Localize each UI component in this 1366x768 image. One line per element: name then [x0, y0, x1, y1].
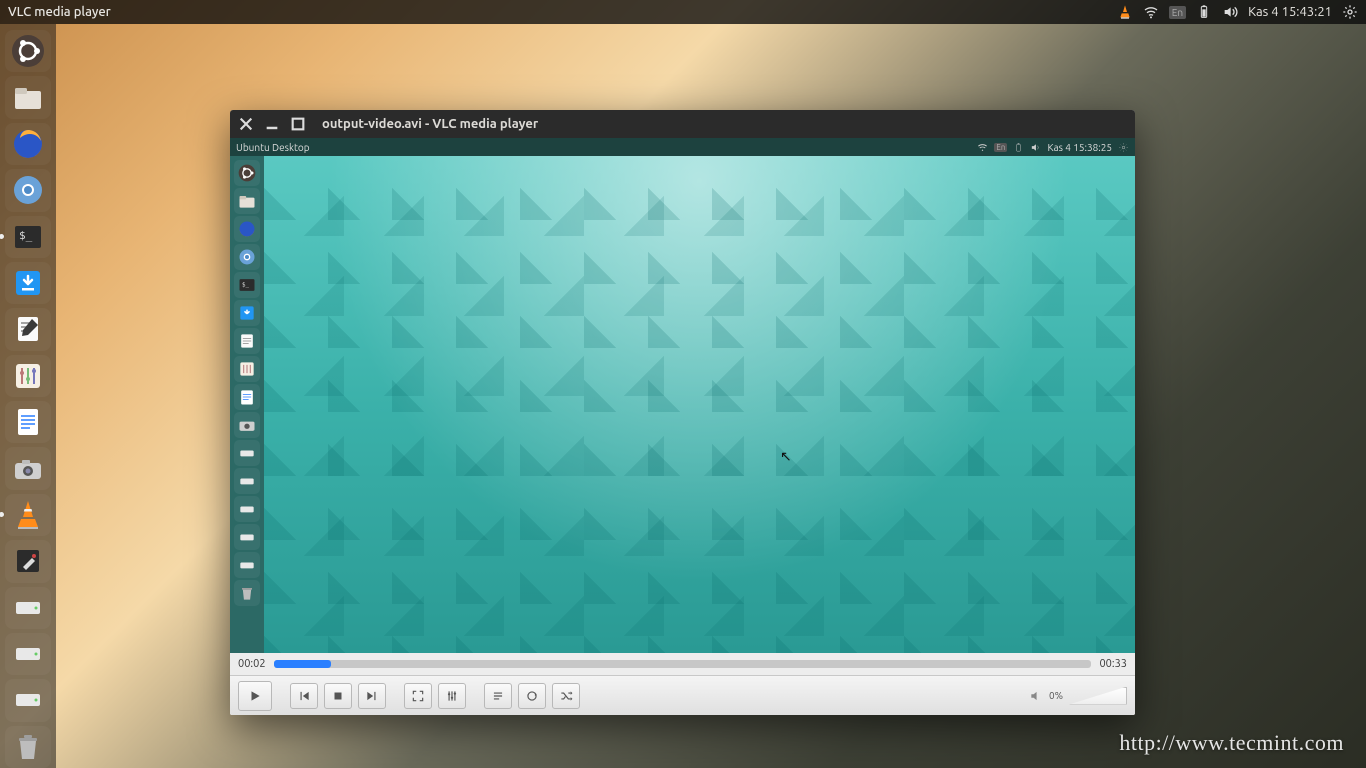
- svg-text:$_: $_: [242, 283, 250, 289]
- keyboard-indicator[interactable]: En: [1169, 6, 1186, 19]
- watermark-text: http://www.tecmint.com: [1119, 730, 1344, 756]
- time-elapsed-label: 00:02: [238, 658, 266, 670]
- volume-icon[interactable]: [1222, 4, 1238, 20]
- video-launcher-libreoffice-writer: [234, 384, 260, 410]
- window-maximize-icon[interactable]: [290, 116, 306, 132]
- video-launcher-disk-4: [234, 524, 260, 550]
- system-top-panel: VLC media player En Kas 4 15:43:21: [0, 0, 1366, 24]
- volume-slider[interactable]: [1069, 687, 1127, 705]
- launcher-libreoffice-writer[interactable]: [5, 401, 51, 443]
- video-launcher-disk-3: [234, 496, 260, 522]
- video-launcher-disk-1: [234, 440, 260, 466]
- play-button[interactable]: [238, 681, 272, 711]
- video-launcher-disk-2: [234, 468, 260, 494]
- fullscreen-button[interactable]: [404, 683, 432, 709]
- launcher-firefox[interactable]: [5, 123, 51, 165]
- volume-percent-label: 0%: [1049, 690, 1063, 701]
- video-top-panel: Ubuntu Desktop En Kas 4 15:38:25: [230, 138, 1135, 156]
- video-launcher-ubuntu-dash: [234, 160, 260, 186]
- time-total-label: 00:33: [1099, 658, 1127, 670]
- volume-control[interactable]: 0%: [1029, 687, 1127, 705]
- vlc-tray-icon[interactable]: [1117, 4, 1133, 20]
- launcher-disk-3[interactable]: [5, 679, 51, 721]
- video-launcher-camera: [234, 412, 260, 438]
- launcher-vlc[interactable]: [5, 494, 51, 536]
- gear-icon[interactable]: [1342, 4, 1358, 20]
- unity-launcher: $_: [0, 24, 56, 768]
- playlist-button[interactable]: [484, 683, 512, 709]
- video-launcher: $_: [230, 156, 264, 653]
- video-launcher-chromium: [234, 244, 260, 270]
- cursor-icon: ↖: [780, 448, 792, 465]
- launcher-terminal[interactable]: $_: [5, 216, 51, 258]
- shuffle-button[interactable]: [552, 683, 580, 709]
- vlc-window-title: output-video.avi - VLC media player: [322, 117, 538, 131]
- wifi-icon[interactable]: [1143, 4, 1159, 20]
- video-launcher-text-editor: [234, 328, 260, 354]
- loop-button[interactable]: [518, 683, 546, 709]
- launcher-download[interactable]: [5, 262, 51, 304]
- launcher-color-picker[interactable]: [5, 540, 51, 582]
- video-launcher-sound-settings: [234, 356, 260, 382]
- vlc-video-area[interactable]: Ubuntu Desktop En Kas 4 15:38:25 $_: [230, 138, 1135, 653]
- launcher-text-editor[interactable]: [5, 308, 51, 350]
- clock-label[interactable]: Kas 4 15:43:21: [1248, 5, 1332, 19]
- svg-text:$_: $_: [19, 229, 33, 242]
- vlc-seek-fill: [274, 660, 331, 668]
- launcher-disk-2[interactable]: [5, 633, 51, 675]
- video-launcher-firefox: [234, 216, 260, 242]
- launcher-sound-settings[interactable]: [5, 355, 51, 397]
- video-panel-clock: Kas 4 15:38:25: [1047, 142, 1112, 153]
- video-launcher-disk-5: [234, 552, 260, 578]
- vlc-seek-slider[interactable]: [274, 660, 1092, 668]
- previous-button[interactable]: [290, 683, 318, 709]
- launcher-trash[interactable]: [5, 726, 51, 768]
- window-minimize-icon[interactable]: [264, 116, 280, 132]
- stop-button[interactable]: [324, 683, 352, 709]
- battery-icon[interactable]: [1196, 4, 1212, 20]
- video-panel-title: Ubuntu Desktop: [236, 142, 310, 153]
- launcher-chromium[interactable]: [5, 169, 51, 211]
- vlc-window: output-video.avi - VLC media player Ubun…: [230, 110, 1135, 715]
- vlc-titlebar[interactable]: output-video.avi - VLC media player: [230, 110, 1135, 138]
- window-close-icon[interactable]: [238, 116, 254, 132]
- vlc-progress-row: 00:02 00:33: [230, 653, 1135, 675]
- video-launcher-download: [234, 300, 260, 326]
- launcher-disk-1[interactable]: [5, 587, 51, 629]
- video-launcher-files: [234, 188, 260, 214]
- video-wallpaper: [264, 156, 1135, 653]
- top-panel-indicators: En Kas 4 15:43:21: [1117, 4, 1358, 20]
- video-launcher-trash: [234, 580, 260, 606]
- video-keyboard-indicator: En: [994, 143, 1007, 152]
- launcher-files[interactable]: [5, 76, 51, 118]
- next-button[interactable]: [358, 683, 386, 709]
- launcher-camera[interactable]: [5, 447, 51, 489]
- volume-mute-icon: [1029, 689, 1043, 703]
- video-launcher-terminal: $_: [234, 272, 260, 298]
- vlc-control-bar: 0%: [230, 675, 1135, 715]
- launcher-ubuntu-dash[interactable]: [5, 30, 51, 72]
- extended-settings-button[interactable]: [438, 683, 466, 709]
- active-app-name: VLC media player: [8, 5, 111, 19]
